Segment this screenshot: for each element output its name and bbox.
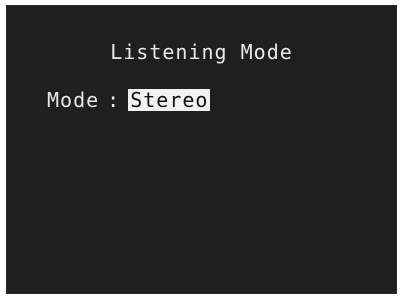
mode-separator: : [107,88,121,112]
mode-value-selected[interactable]: Stereo [128,89,211,111]
mode-setting-row[interactable]: Mode : Stereo [47,88,211,112]
osd-screen: Listening Mode Mode : Stereo [6,5,397,294]
device-frame: Listening Mode Mode : Stereo [0,0,403,301]
mode-label: Mode [47,88,100,112]
page-title: Listening Mode [110,40,293,64]
